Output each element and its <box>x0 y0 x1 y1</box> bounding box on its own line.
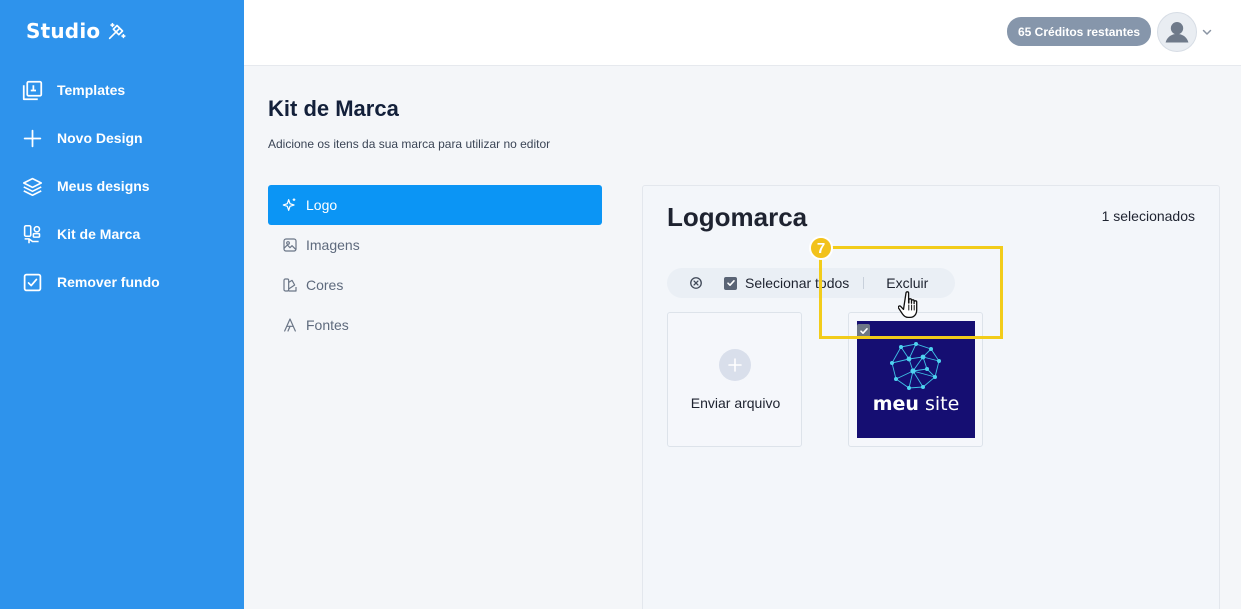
user-avatar-button[interactable] <box>1157 12 1197 52</box>
menu-item-label: Logo <box>306 197 338 213</box>
sidebar-item-remover-fundo[interactable]: Remover fundo <box>0 258 244 306</box>
sidebar-item-kit-de-marca[interactable]: Kit de Marca <box>0 210 244 258</box>
checkbox-icon <box>23 273 42 291</box>
sidebar-item-label: Templates <box>57 82 126 98</box>
menu-item-logo[interactable]: Logo <box>268 185 602 225</box>
brand-logo[interactable]: Studio <box>26 19 128 43</box>
hand-pointer-icon <box>898 291 918 319</box>
logo-word-bold: meu <box>872 393 919 415</box>
menu-item-label: Imagens <box>306 237 360 253</box>
menu-item-cores[interactable]: Cores <box>268 265 602 305</box>
sidebar-item-meus-designs[interactable]: Meus designs <box>0 162 244 210</box>
clear-selection-icon[interactable] <box>689 276 703 290</box>
check-icon <box>726 280 735 286</box>
sidebar-item-label: Novo Design <box>57 130 143 146</box>
step-badge: 7 <box>809 236 833 260</box>
menu-item-label: Fontes <box>306 317 349 333</box>
logo-word-regular: site <box>918 393 960 415</box>
selected-count: 1 selecionados <box>1101 208 1195 224</box>
panel-title: Logomarca <box>667 202 808 232</box>
menu-item-fontes[interactable]: Fontes <box>268 305 602 345</box>
templates-icon <box>22 80 43 100</box>
sidebar: Studio Templates Novo Design Meus design… <box>0 0 244 609</box>
menu-item-label: Cores <box>306 277 344 293</box>
credits-badge[interactable]: 65 Créditos restantes <box>1007 17 1152 46</box>
top-header: 65 Créditos restantes <box>244 0 1241 66</box>
image-icon <box>283 238 297 252</box>
chevron-down-icon[interactable] <box>1201 26 1213 38</box>
sidebar-item-novo-design[interactable]: Novo Design <box>0 114 244 162</box>
sidebar-item-label: Meus designs <box>57 178 150 194</box>
plus-icon <box>23 129 42 147</box>
page-title: Kit de Marca <box>268 96 399 121</box>
user-avatar-icon <box>1165 22 1189 43</box>
brand-kit-icon <box>23 224 41 243</box>
page-subtitle: Adicione os itens da sua marca para util… <box>268 137 551 151</box>
sparkle-icon <box>282 198 296 211</box>
brand-kit-menu: Logo Imagens Cores Fontes <box>268 185 602 345</box>
upload-label: Enviar arquivo <box>690 395 781 411</box>
logo-wordmark: meu site <box>857 393 975 415</box>
sidebar-nav: Templates Novo Design Meus designs Kit d… <box>0 66 244 306</box>
brand-name: Studio <box>26 19 101 43</box>
font-icon <box>284 318 296 332</box>
network-globe-icon <box>890 342 941 390</box>
menu-item-imagens[interactable]: Imagens <box>268 225 602 265</box>
palette-icon <box>283 278 297 292</box>
select-all-checkbox[interactable] <box>724 276 737 290</box>
layers-icon <box>22 177 43 196</box>
upload-file-card[interactable]: Enviar arquivo <box>667 312 802 447</box>
add-circle-icon <box>719 349 751 381</box>
magic-pen-icon <box>109 22 126 40</box>
sidebar-item-label: Kit de Marca <box>57 226 141 242</box>
sidebar-item-label: Remover fundo <box>57 274 160 290</box>
sidebar-item-templates[interactable]: Templates <box>0 66 244 114</box>
